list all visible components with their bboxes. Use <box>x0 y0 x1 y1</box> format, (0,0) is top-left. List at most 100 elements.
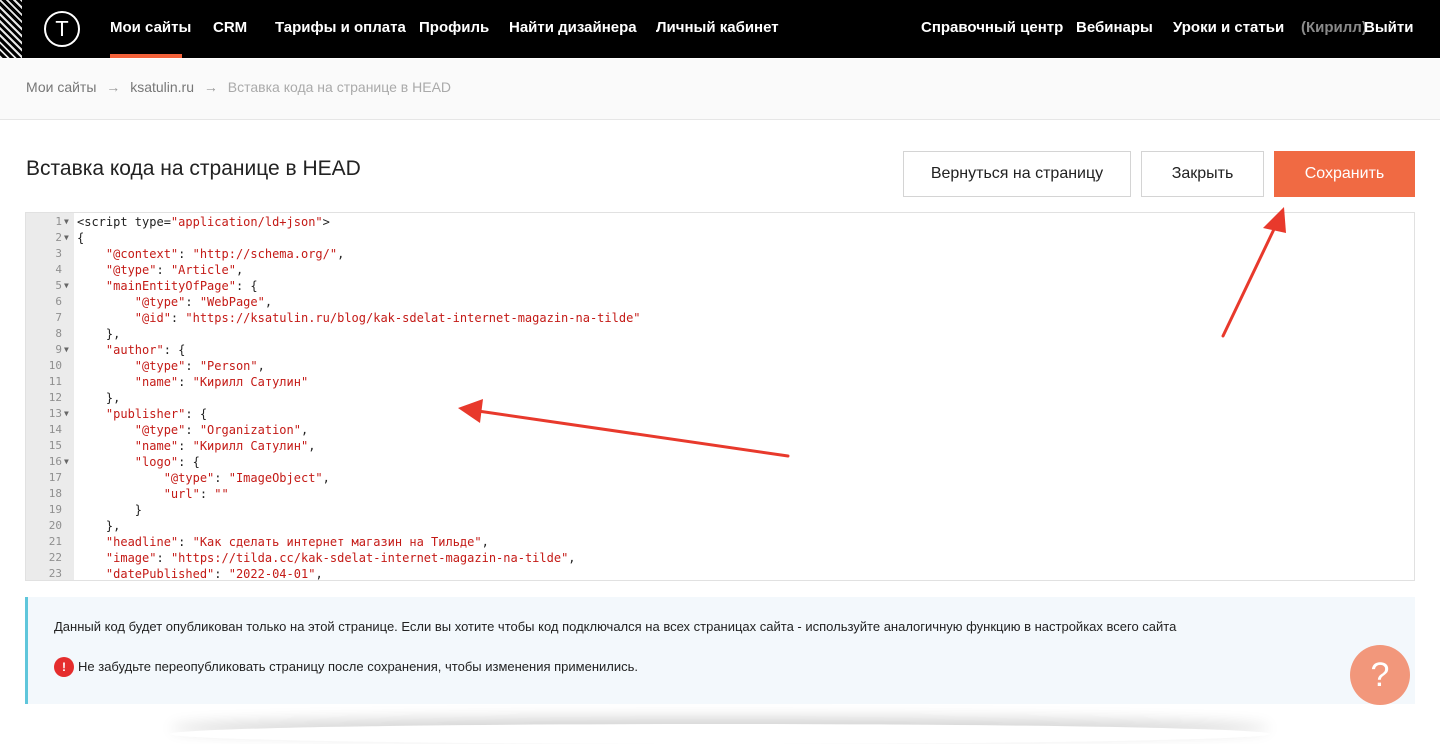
nav-my-sites[interactable]: Мои сайты <box>110 19 191 36</box>
line-number: 3 <box>55 247 62 260</box>
nav-lessons[interactable]: Уроки и статьи <box>1173 19 1284 36</box>
line-number: 12 <box>48 391 62 404</box>
line-number: 1 <box>55 215 62 228</box>
back-to-page-button[interactable]: Вернуться на страницу <box>903 151 1131 197</box>
code-line[interactable]: 16 ▼ "logo": { <box>26 454 1414 470</box>
nav-help-center[interactable]: Справочный центр <box>921 19 1063 36</box>
code-text: } <box>77 503 143 517</box>
line-number: 11 <box>48 375 62 388</box>
tilda-logo-icon[interactable]: T <box>44 11 80 47</box>
nav-find-designer[interactable]: Найти дизайнера <box>509 19 637 36</box>
line-number: 20 <box>48 519 62 532</box>
line-number: 4 <box>55 263 62 276</box>
fold-toggle-icon[interactable]: ▼ <box>64 342 69 358</box>
line-number: 19 <box>48 503 62 516</box>
nav-active-indicator <box>110 54 182 58</box>
code-line[interactable]: 6 "@type": "WebPage", <box>26 294 1414 310</box>
code-text: "@context": "http://schema.org/", <box>105 247 345 261</box>
breadcrumb-current: Вставка кода на странице в HEAD <box>227 79 452 95</box>
fold-toggle-icon[interactable]: ▼ <box>64 406 69 422</box>
line-number: 21 <box>48 535 62 548</box>
code-line[interactable]: 23 "datePublished": "2022-04-01", <box>26 566 1414 581</box>
code-text: "@type": "ImageObject", <box>163 471 330 485</box>
info-text: Данный код будет опубликован только на э… <box>54 619 1177 634</box>
code-text: "@type": "WebPage", <box>134 295 273 309</box>
code-text: }, <box>77 391 121 405</box>
fold-toggle-icon[interactable]: ▼ <box>64 214 69 230</box>
code-line[interactable]: 17 "@type": "ImageObject", <box>26 470 1414 486</box>
code-text: "@id": "https://ksatulin.ru/blog/kak-sde… <box>134 311 641 325</box>
fold-toggle-icon[interactable]: ▼ <box>64 230 69 246</box>
logout-link[interactable]: Выйти <box>1364 19 1413 36</box>
line-number: 8 <box>55 327 62 340</box>
line-number: 15 <box>48 439 62 452</box>
code-line[interactable]: 8 }, <box>26 326 1414 342</box>
code-line[interactable]: 11 "name": "Кирилл Сатулин" <box>26 374 1414 390</box>
close-button[interactable]: Закрыть <box>1141 151 1264 197</box>
breadcrumb-arrow: → <box>106 79 121 95</box>
user-name: (Кирилл) <box>1301 19 1367 36</box>
code-line[interactable]: 12 }, <box>26 390 1414 406</box>
code-text: "@type": "Person", <box>134 359 265 373</box>
code-line[interactable]: 22 "image": "https://tilda.cc/kak-sdelat… <box>26 550 1414 566</box>
code-text: { <box>77 231 85 245</box>
breadcrumb: Мои сайты → ksatulin.ru → Вставка кода н… <box>26 79 457 95</box>
fold-toggle-icon[interactable]: ▼ <box>64 278 69 294</box>
line-number: 16 <box>48 455 62 468</box>
code-line[interactable]: 3 "@context": "http://schema.org/", <box>26 246 1414 262</box>
top-nav: T Мои сайты CRM Тарифы и оплата Профиль … <box>0 0 1440 58</box>
line-number: 5 <box>55 279 62 292</box>
nav-crm[interactable]: CRM <box>213 19 247 36</box>
code-line[interactable]: 20 }, <box>26 518 1414 534</box>
breadcrumb-my-sites[interactable]: Мои сайты <box>26 79 96 95</box>
line-number: 7 <box>55 311 62 324</box>
code-text: "name": "Кирилл Сатулин", <box>134 439 316 453</box>
line-number: 13 <box>48 407 62 420</box>
help-button[interactable]: ? <box>1350 645 1410 705</box>
line-number: 23 <box>48 567 62 580</box>
code-text: "url": "" <box>163 487 229 501</box>
line-number: 17 <box>48 471 62 484</box>
code-text: }, <box>77 327 121 341</box>
code-line[interactable]: 18 "url": "" <box>26 486 1414 502</box>
code-line[interactable]: 21 "headline": "Как сделать интернет маг… <box>26 534 1414 550</box>
code-line[interactable]: 15 "name": "Кирилл Сатулин", <box>26 438 1414 454</box>
page-title: Вставка кода на странице в HEAD <box>26 157 361 180</box>
code-line[interactable]: 19 } <box>26 502 1414 518</box>
bottom-panel-shadow <box>170 724 1270 744</box>
code-line[interactable]: 1 ▼ <script type="application/ld+json"> <box>26 214 1414 230</box>
fold-toggle-icon[interactable]: ▼ <box>64 454 69 470</box>
code-line[interactable]: 10 "@type": "Person", <box>26 358 1414 374</box>
breadcrumb-site[interactable]: ksatulin.ru <box>130 79 194 95</box>
code-line[interactable]: 2 ▼ { <box>26 230 1414 246</box>
code-line[interactable]: 5 ▼ "mainEntityOfPage": { <box>26 278 1414 294</box>
code-line[interactable]: 13 ▼ "publisher": { <box>26 406 1414 422</box>
nav-personal-cabinet[interactable]: Личный кабинет <box>656 19 779 36</box>
line-number: 10 <box>48 359 62 372</box>
line-number: 2 <box>55 231 62 244</box>
divider <box>0 119 1440 120</box>
code-text: <script type="application/ld+json"> <box>77 215 330 229</box>
code-text: "@type": "Article", <box>105 263 244 277</box>
nav-webinars[interactable]: Вебинары <box>1076 19 1153 36</box>
code-line[interactable]: 9 ▼ "author": { <box>26 342 1414 358</box>
code-editor[interactable]: 1 ▼ <script type="application/ld+json"> 2 ▼{… <box>25 212 1415 581</box>
code-line[interactable]: 4 "@type": "Article", <box>26 262 1414 278</box>
code-text: "name": "Кирилл Сатулин" <box>134 375 309 389</box>
line-number: 9 <box>55 343 62 356</box>
code-line[interactable]: 7 "@id": "https://ksatulin.ru/blog/kak-s… <box>26 310 1414 326</box>
code-text: "logo": { <box>134 455 200 469</box>
breadcrumb-arrow: → <box>203 79 218 95</box>
decorative-pattern <box>0 0 22 58</box>
code-text: "author": { <box>105 343 186 357</box>
code-text: "mainEntityOfPage": { <box>105 279 258 293</box>
nav-tariffs[interactable]: Тарифы и оплата <box>275 19 406 36</box>
code-text: "datePublished": "2022-04-01", <box>105 567 323 581</box>
code-text: }, <box>77 519 121 533</box>
code-text: "headline": "Как сделать интернет магази… <box>105 535 489 549</box>
info-box: Данный код будет опубликован только на э… <box>25 597 1415 704</box>
code-line[interactable]: 14 "@type": "Organization", <box>26 422 1414 438</box>
line-number: 14 <box>48 423 62 436</box>
nav-profile[interactable]: Профиль <box>419 19 489 36</box>
save-button[interactable]: Сохранить <box>1274 151 1415 197</box>
